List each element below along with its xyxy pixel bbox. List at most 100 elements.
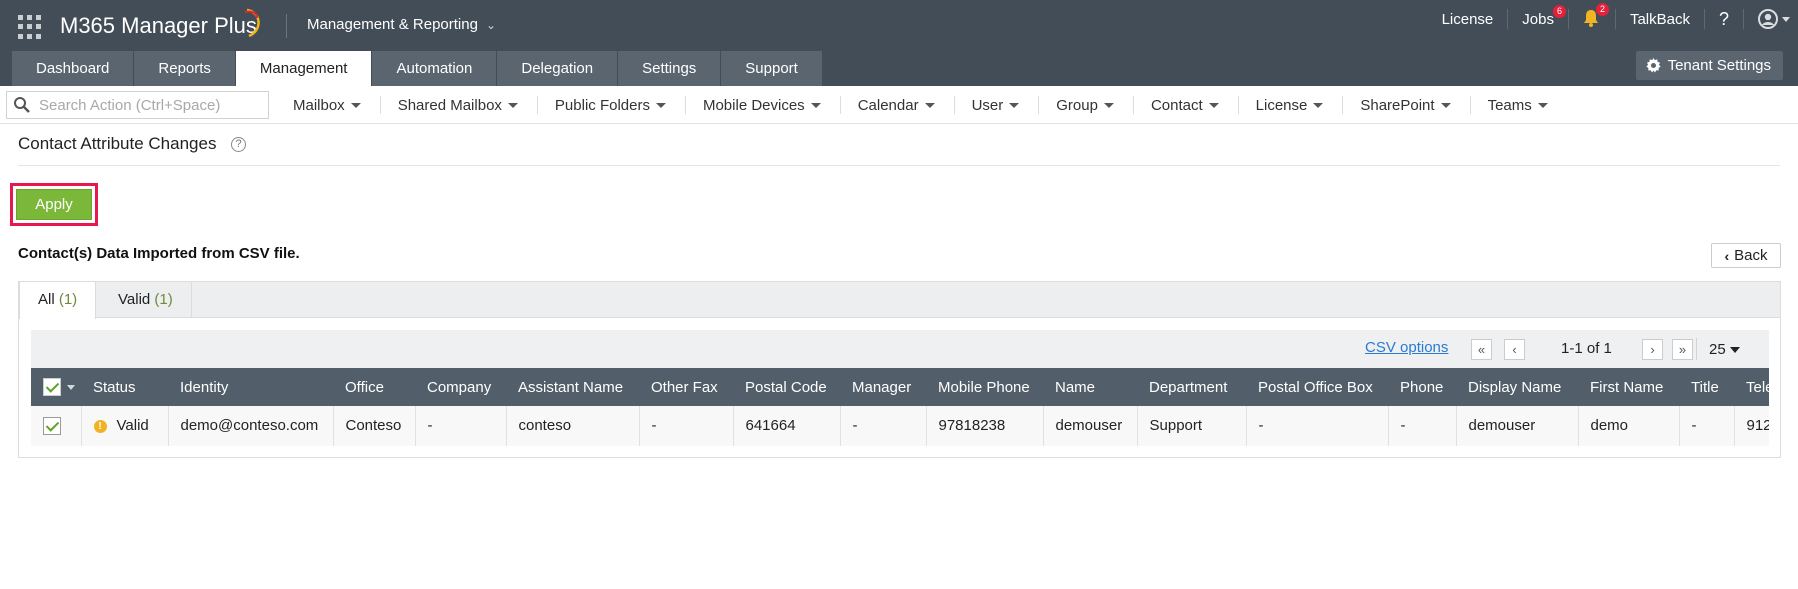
tenant-settings-label: Tenant Settings bbox=[1667, 57, 1771, 74]
alerts-button[interactable]: 2 bbox=[1569, 3, 1615, 29]
app-launcher-icon[interactable] bbox=[18, 15, 42, 39]
caret-down-icon bbox=[924, 103, 935, 109]
grid-filter-tabs: All (1) Valid (1) bbox=[19, 282, 1780, 319]
next-page-icon[interactable]: › bbox=[1642, 339, 1663, 360]
menu-label: Group bbox=[1056, 96, 1098, 114]
tab-delegation[interactable]: Delegation bbox=[497, 51, 618, 86]
table-row[interactable]: ! Valid demo@conteso.com Conteso - contes… bbox=[31, 406, 1769, 446]
row-select-cell[interactable] bbox=[31, 406, 82, 446]
help-link[interactable]: ? bbox=[1705, 9, 1743, 30]
info-icon: ! bbox=[93, 419, 107, 433]
menu-label: Teams bbox=[1487, 96, 1532, 114]
column-header[interactable]: Status bbox=[81, 368, 168, 406]
column-header[interactable]: Display Name bbox=[1456, 368, 1578, 406]
license-link[interactable]: License bbox=[1428, 11, 1508, 28]
column-header[interactable]: Title bbox=[1679, 368, 1734, 406]
gear-icon bbox=[1645, 58, 1661, 73]
table-cell: - bbox=[1679, 406, 1735, 446]
user-menu[interactable] bbox=[1744, 9, 1798, 29]
column-header[interactable]: First Name bbox=[1578, 368, 1679, 406]
page-title: Contact Attribute Changes bbox=[18, 134, 217, 153]
column-header[interactable]: Department bbox=[1137, 368, 1246, 406]
page-range: 1-1 of 1 bbox=[1561, 340, 1612, 357]
back-label: Back bbox=[1734, 247, 1768, 264]
tab-settings[interactable]: Settings bbox=[618, 51, 721, 86]
jobs-label: Jobs bbox=[1522, 10, 1554, 28]
column-header[interactable]: Phone bbox=[1388, 368, 1456, 406]
first-page-icon[interactable]: « bbox=[1471, 339, 1492, 360]
menu-sharepoint[interactable]: SharePoint bbox=[1343, 97, 1469, 114]
caret-down-icon bbox=[1103, 103, 1114, 109]
menu-label: Contact bbox=[1150, 96, 1203, 114]
column-header[interactable]: Office bbox=[333, 368, 415, 406]
help-icon[interactable]: ? bbox=[231, 137, 246, 152]
table-viewport[interactable]: Status Identity Office Company Assistant… bbox=[31, 368, 1769, 446]
brand-logo[interactable]: M365 Manager Plus bbox=[60, 13, 257, 39]
menu-group[interactable]: Group bbox=[1039, 97, 1133, 114]
menu-mailbox[interactable]: Mailbox bbox=[276, 97, 380, 114]
last-page-icon[interactable]: » bbox=[1672, 339, 1693, 360]
talkback-link[interactable]: TalkBack bbox=[1616, 11, 1704, 28]
menu-mobile-devices[interactable]: Mobile Devices bbox=[686, 97, 840, 114]
column-header[interactable]: Company bbox=[415, 368, 506, 406]
column-header[interactable]: Manager bbox=[840, 368, 926, 406]
menu-public-folders[interactable]: Public Folders bbox=[538, 97, 685, 114]
apply-button[interactable]: Apply bbox=[16, 189, 92, 220]
page-size-select[interactable]: 25 bbox=[1709, 341, 1740, 358]
search-action-box[interactable] bbox=[6, 91, 269, 119]
column-header[interactable]: Tele bbox=[1734, 368, 1769, 406]
menu-contact[interactable]: Contact bbox=[1134, 97, 1238, 114]
menu-label: License bbox=[1255, 96, 1308, 114]
csv-options-link[interactable]: CSV options bbox=[1365, 339, 1448, 356]
menu-label: User bbox=[971, 96, 1004, 114]
menu-shared-mailbox[interactable]: Shared Mailbox bbox=[381, 97, 537, 114]
toolbar-separator bbox=[1696, 338, 1697, 360]
column-header[interactable]: Name bbox=[1043, 368, 1137, 406]
tab-dashboard[interactable]: Dashboard bbox=[12, 51, 134, 86]
menu-teams[interactable]: Teams bbox=[1471, 97, 1567, 114]
jobs-link[interactable]: Jobs 6 bbox=[1508, 4, 1568, 28]
caret-down-icon bbox=[1729, 347, 1740, 354]
column-header[interactable]: Assistant Name bbox=[506, 368, 639, 406]
module-selector[interactable]: Management & Reporting ⌄ bbox=[307, 16, 496, 33]
menu-license[interactable]: License bbox=[1239, 97, 1343, 114]
caret-down-icon bbox=[1440, 103, 1451, 109]
back-button[interactable]: ‹ Back bbox=[1711, 243, 1781, 268]
column-header[interactable]: Mobile Phone bbox=[926, 368, 1043, 406]
column-header[interactable]: Postal Code bbox=[733, 368, 840, 406]
column-header[interactable]: Identity bbox=[168, 368, 333, 406]
table-cell: demouser bbox=[1043, 406, 1138, 446]
menu-user[interactable]: User bbox=[955, 97, 1039, 114]
table-cell: conteso bbox=[506, 406, 640, 446]
tab-support[interactable]: Support bbox=[721, 51, 822, 86]
page-size-value: 25 bbox=[1709, 341, 1726, 358]
column-header[interactable]: Postal Office Box bbox=[1246, 368, 1388, 406]
tab-all[interactable]: All (1) bbox=[19, 282, 97, 319]
select-all-checkbox[interactable] bbox=[43, 378, 61, 397]
action-menus: Mailbox Shared Mailbox Public Folders Mo… bbox=[276, 86, 1567, 124]
table-cell: - bbox=[639, 406, 734, 446]
column-header[interactable]: Other Fax bbox=[639, 368, 733, 406]
top-header: M365 Manager Plus Management & Reporting… bbox=[0, 0, 1798, 86]
alerts-badge: 2 bbox=[1595, 3, 1609, 16]
status-cell: ! Valid bbox=[81, 406, 169, 446]
table-cell: - bbox=[415, 406, 507, 446]
caret-down-icon bbox=[1537, 103, 1548, 109]
search-action-input[interactable] bbox=[39, 96, 259, 114]
chevron-left-icon: ‹ bbox=[1724, 247, 1730, 264]
caret-down-icon bbox=[1009, 103, 1020, 109]
title-divider bbox=[18, 165, 1780, 166]
caret-down-icon[interactable] bbox=[67, 384, 75, 390]
menu-calendar[interactable]: Calendar bbox=[841, 97, 954, 114]
prev-page-icon[interactable]: ‹ bbox=[1504, 339, 1525, 360]
table-cell: demouser bbox=[1456, 406, 1579, 446]
select-all-cell[interactable] bbox=[31, 368, 81, 406]
tab-valid[interactable]: Valid (1) bbox=[100, 282, 192, 318]
row-checkbox[interactable] bbox=[43, 416, 61, 435]
status-text: Valid bbox=[116, 417, 149, 435]
tab-reports[interactable]: Reports bbox=[134, 51, 235, 86]
tenant-settings-button[interactable]: Tenant Settings bbox=[1635, 51, 1783, 80]
tab-management[interactable]: Management bbox=[235, 51, 372, 86]
tab-automation[interactable]: Automation bbox=[372, 51, 497, 86]
import-grid: All (1) Valid (1) CSV options « ‹ 1-1 of… bbox=[18, 281, 1781, 458]
